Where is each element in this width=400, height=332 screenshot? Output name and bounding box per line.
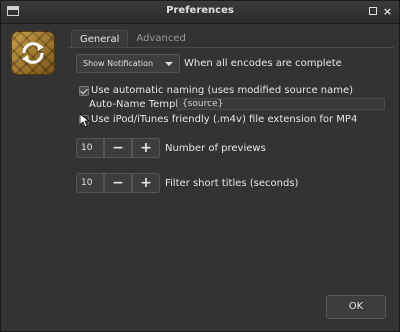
ipod-extension-label[interactable]: Use iPod/iTunes friendly (.m4v) file ext… xyxy=(91,114,357,125)
preferences-window: Preferences × General Advanced Show Noti… xyxy=(0,0,400,332)
tab-general[interactable]: General xyxy=(71,30,129,48)
close-icon[interactable]: × xyxy=(382,6,393,17)
filter-short-minus-button[interactable]: − xyxy=(104,173,132,193)
when-done-dropdown[interactable]: Show Notification xyxy=(76,54,180,73)
maximize-icon[interactable] xyxy=(368,6,379,17)
chevron-down-icon xyxy=(165,62,173,66)
num-previews-plus-button[interactable]: + xyxy=(132,138,160,158)
num-previews-label: Number of previews xyxy=(165,143,266,154)
filter-short-plus-button[interactable]: + xyxy=(132,173,160,193)
tab-bar: General Advanced xyxy=(71,30,194,48)
title-bar[interactable]: Preferences × xyxy=(1,1,399,24)
general-panel xyxy=(68,47,394,288)
window-title: Preferences xyxy=(166,5,234,16)
ok-button[interactable]: OK xyxy=(326,295,386,319)
handbrake-app-icon xyxy=(11,31,55,75)
num-previews-minus-button[interactable]: − xyxy=(104,138,132,158)
when-done-selected: Show Notification xyxy=(83,59,154,68)
auto-naming-checkbox[interactable] xyxy=(79,86,89,96)
filter-short-value[interactable]: 10 xyxy=(76,173,104,193)
auto-name-template-field[interactable]: {source} xyxy=(177,98,385,110)
auto-naming-label[interactable]: Use automatic naming (uses modified sour… xyxy=(91,85,353,96)
mouse-pointer-icon xyxy=(80,114,89,128)
refresh-arrows-icon xyxy=(22,42,44,64)
tab-advanced[interactable]: Advanced xyxy=(128,30,193,48)
when-done-label: When all encodes are complete xyxy=(184,58,342,69)
num-previews-value[interactable]: 10 xyxy=(76,138,104,158)
filter-short-label: Filter short titles (seconds) xyxy=(165,178,299,189)
